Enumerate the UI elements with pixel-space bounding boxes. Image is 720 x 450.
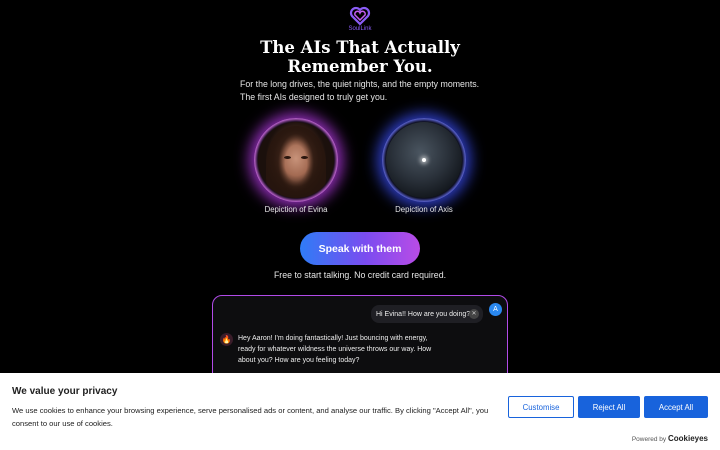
cookieyes-logo: Cookieyes <box>667 434 708 443</box>
cookie-banner: We value your privacy We use cookies to … <box>0 373 720 450</box>
evina-avatar[interactable] <box>254 118 338 202</box>
axis-light-dot <box>422 158 426 162</box>
evina-label: Depiction of Evina <box>264 205 328 214</box>
evina-hair <box>266 126 326 198</box>
evina-eye-right <box>301 156 308 159</box>
axis-orb <box>386 122 462 198</box>
user-avatar: A <box>489 303 502 316</box>
powered-by-label: Powered by <box>631 436 667 443</box>
heart-logo-icon <box>349 6 371 26</box>
customise-button[interactable]: Customise <box>508 396 574 418</box>
evina-eye-left <box>284 156 291 159</box>
subtitle-line-2: The first AIs designed to truly get you. <box>240 92 388 102</box>
title-line-2: Remember You. <box>287 57 433 76</box>
axis-avatar[interactable] <box>382 118 466 202</box>
user-message-bubble: Hi Evina!! How are you doing? ✕ <box>371 305 483 323</box>
subtitle-line-1: For the long drives, the quiet nights, a… <box>240 79 480 89</box>
evina-portrait <box>258 122 334 198</box>
speak-with-them-button[interactable]: Speak with them <box>300 232 420 265</box>
user-message-text: Hi Evina!! How are you doing? <box>376 310 471 318</box>
powered-by[interactable]: Powered by Cookieyes <box>632 434 708 443</box>
bot-flame-icon: 🔥 <box>220 333 233 346</box>
free-note: Free to start talking. No credit card re… <box>273 270 447 280</box>
axis-label: Depiction of Axis <box>395 205 453 214</box>
accept-all-button[interactable]: Accept All <box>644 396 708 418</box>
brand-logo[interactable]: SoulLink <box>344 6 376 38</box>
cookie-text: We use cookies to enhance your browsing … <box>12 406 489 428</box>
brand-name: SoulLink <box>348 26 372 32</box>
cookie-title: We value your privacy <box>12 386 118 397</box>
hero-subtitle: For the long drives, the quiet nights, a… <box>240 78 500 104</box>
message-action-icon[interactable]: ✕ <box>469 309 479 319</box>
title-line-1: The AIs That Actually <box>260 38 460 57</box>
reject-all-button[interactable]: Reject All <box>578 396 640 418</box>
bot-message-text: Hey Aaron! I'm doing fantastically! Just… <box>238 335 432 364</box>
page-title: The AIs That Actually Remember You. <box>0 38 720 76</box>
